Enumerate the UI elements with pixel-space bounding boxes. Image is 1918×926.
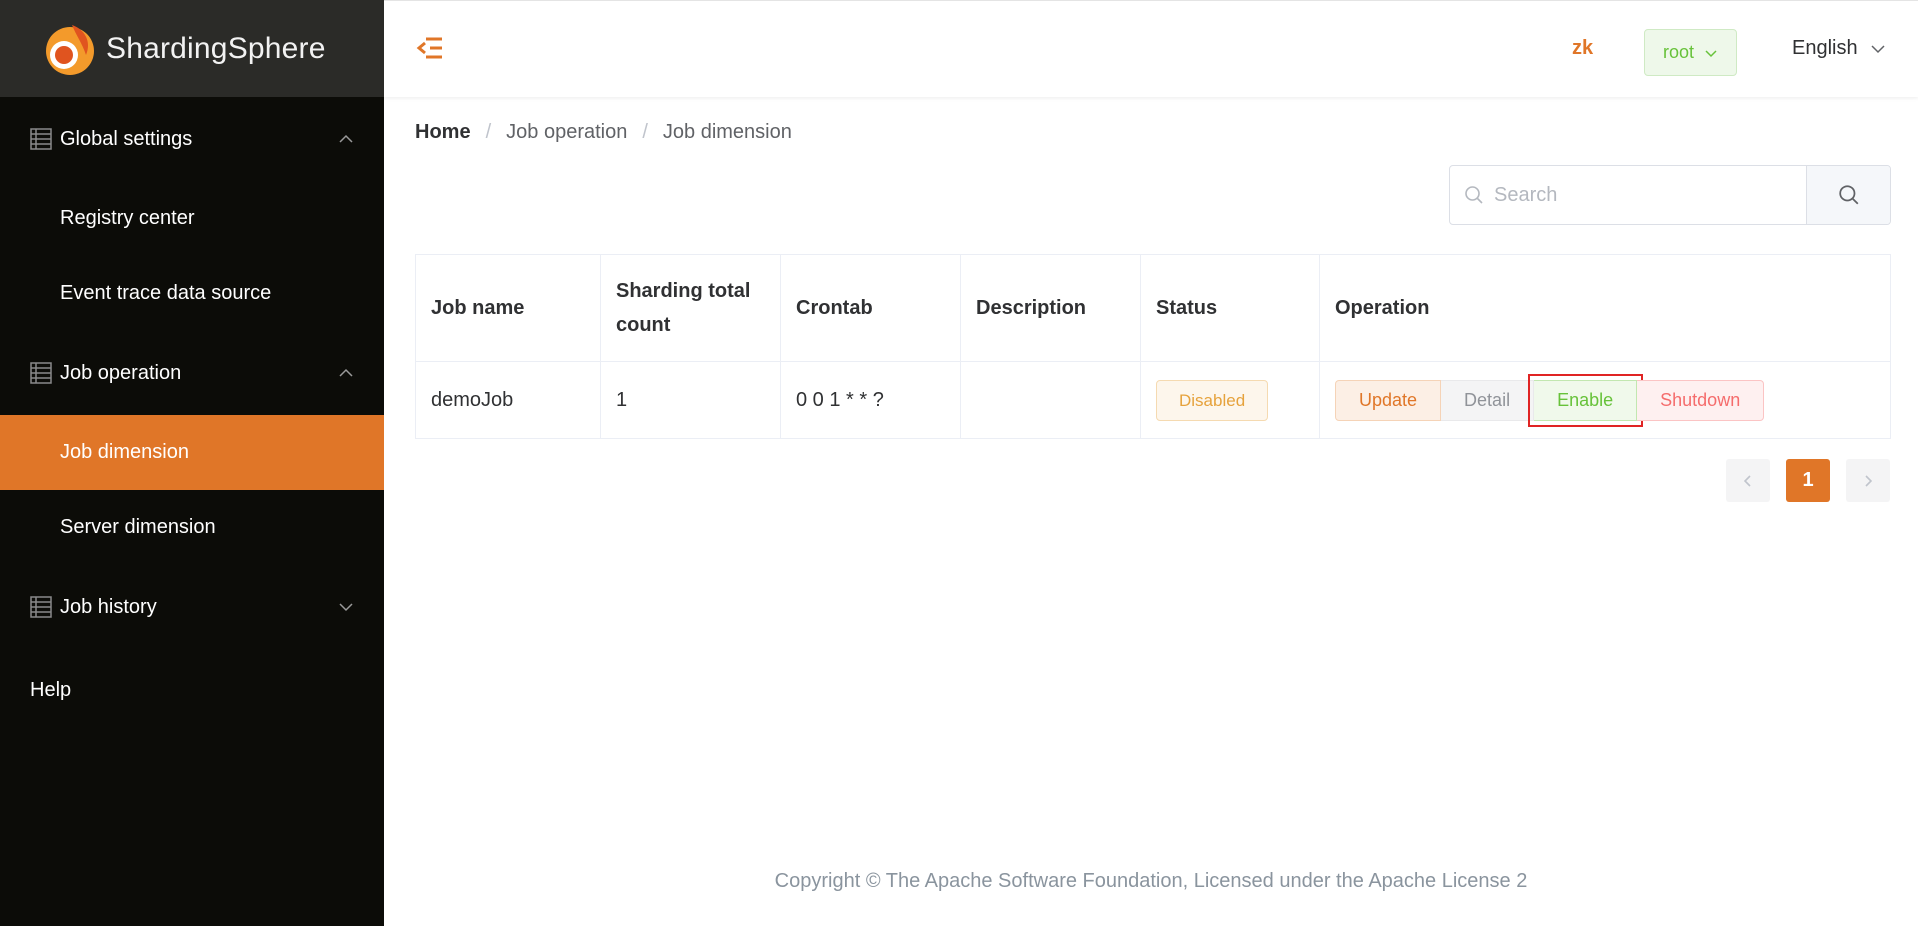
- search-icon: [1465, 186, 1483, 204]
- column-header-job-name: Job name: [415, 254, 601, 362]
- sidebar-item-help[interactable]: Help: [0, 649, 384, 731]
- breadcrumb: Home / Job operation / Job dimension: [415, 121, 792, 144]
- sidebar-group-job-history[interactable]: Job history: [0, 565, 384, 649]
- table-header-row: Job name Sharding total count Crontab De…: [415, 254, 1891, 362]
- sidebar-group-label: Job history: [60, 595, 157, 618]
- cell-status: Disabled: [1140, 361, 1320, 439]
- chevron-up-icon: [339, 368, 353, 377]
- chevron-down-icon: [339, 603, 353, 612]
- cell-crontab: 0 0 1 * * ?: [780, 361, 961, 439]
- menu-collapse-icon[interactable]: [416, 34, 444, 62]
- sidebar-item-server-dimension[interactable]: Server dimension: [0, 490, 384, 565]
- sharding-sphere-logo-icon: [46, 24, 94, 75]
- column-header-sharding-total-count: Sharding total count: [600, 254, 781, 362]
- prev-page-button[interactable]: [1726, 459, 1770, 502]
- sidebar-item-label: Event trace data source: [60, 282, 272, 304]
- chevron-up-icon: [339, 134, 353, 143]
- chevron-down-icon: [1871, 44, 1885, 53]
- sidebar-item-label: Job dimension: [60, 441, 189, 463]
- column-header-status: Status: [1140, 254, 1320, 362]
- cell-job-name: demoJob: [415, 361, 601, 439]
- sidebar-item-label: Help: [30, 678, 72, 701]
- page-number-button[interactable]: 1: [1786, 459, 1830, 502]
- cell-description: [960, 361, 1141, 439]
- chevron-right-icon: [1865, 474, 1873, 487]
- search-input-wrapper: [1450, 166, 1806, 224]
- brand-name: ShardingSphere: [106, 31, 326, 65]
- table-grid-icon: [30, 596, 52, 618]
- search-box: [1449, 165, 1891, 225]
- footer-copyright: Copyright © The Apache Software Foundati…: [774, 870, 1528, 892]
- table-row: demoJob 1 0 0 1 * * ? Disabled Update De…: [415, 361, 1891, 439]
- search-icon: [1838, 185, 1858, 205]
- sidebar-item-label: Server dimension: [60, 516, 216, 538]
- pagination: 1: [1726, 459, 1890, 502]
- sidebar-menu: Global settings Registry center Event tr…: [0, 97, 384, 731]
- search-input[interactable]: [1494, 183, 1784, 207]
- column-header-operation: Operation: [1319, 254, 1891, 362]
- breadcrumb-home[interactable]: Home: [415, 121, 471, 144]
- sidebar-item-label: Registry center: [60, 207, 195, 229]
- registry-indicator[interactable]: zk: [1572, 37, 1593, 60]
- sidebar-item-registry-center[interactable]: Registry center: [0, 181, 384, 256]
- next-page-button[interactable]: [1846, 459, 1890, 502]
- detail-button[interactable]: Detail: [1441, 379, 1535, 421]
- cell-operation: Update Detail Enable Shutdown: [1319, 361, 1891, 439]
- operation-button-group: Update Detail Enable Shutdown: [1335, 373, 1875, 427]
- column-header-crontab: Crontab: [780, 254, 961, 362]
- cell-sharding-total-count: 1: [600, 361, 781, 439]
- breadcrumb-job-dimension: Job dimension: [662, 121, 792, 143]
- sidebar-item-event-trace-data-source[interactable]: Event trace data source: [0, 256, 384, 331]
- sidebar-group-job-operation[interactable]: Job operation: [0, 331, 384, 415]
- shutdown-button[interactable]: Shutdown: [1637, 379, 1765, 421]
- update-button[interactable]: Update: [1335, 379, 1442, 421]
- user-dropdown[interactable]: root: [1644, 29, 1737, 76]
- search-button[interactable]: [1806, 166, 1890, 224]
- top-header: zk root English: [384, 0, 1918, 97]
- jobs-table: Job name Sharding total count Crontab De…: [415, 254, 1891, 439]
- sidebar-group-label: Global settings: [60, 127, 193, 150]
- table-grid-icon: [30, 362, 52, 384]
- user-name: root: [1662, 42, 1695, 62]
- sidebar-item-job-dimension[interactable]: Job dimension: [0, 415, 384, 490]
- status-badge: Disabled: [1156, 379, 1269, 421]
- sidebar-group-global-settings[interactable]: Global settings: [0, 97, 384, 181]
- language-dropdown[interactable]: English: [1792, 37, 1886, 60]
- sidebar: ShardingSphere Global settings Registry …: [0, 0, 384, 926]
- language-label: English: [1792, 37, 1858, 59]
- chevron-left-icon: [1743, 474, 1751, 487]
- breadcrumb-separator: /: [642, 121, 648, 143]
- column-header-description: Description: [960, 254, 1141, 362]
- breadcrumb-job-operation: Job operation: [506, 121, 628, 143]
- chevron-down-icon: [1705, 49, 1717, 57]
- table-grid-icon: [30, 128, 52, 150]
- logo-bar[interactable]: ShardingSphere: [0, 0, 384, 97]
- sidebar-group-label: Job operation: [60, 361, 182, 384]
- main-content: Home / Job operation / Job dimension Job…: [384, 97, 1918, 926]
- enable-button[interactable]: Enable: [1528, 373, 1644, 427]
- breadcrumb-separator: /: [485, 121, 492, 143]
